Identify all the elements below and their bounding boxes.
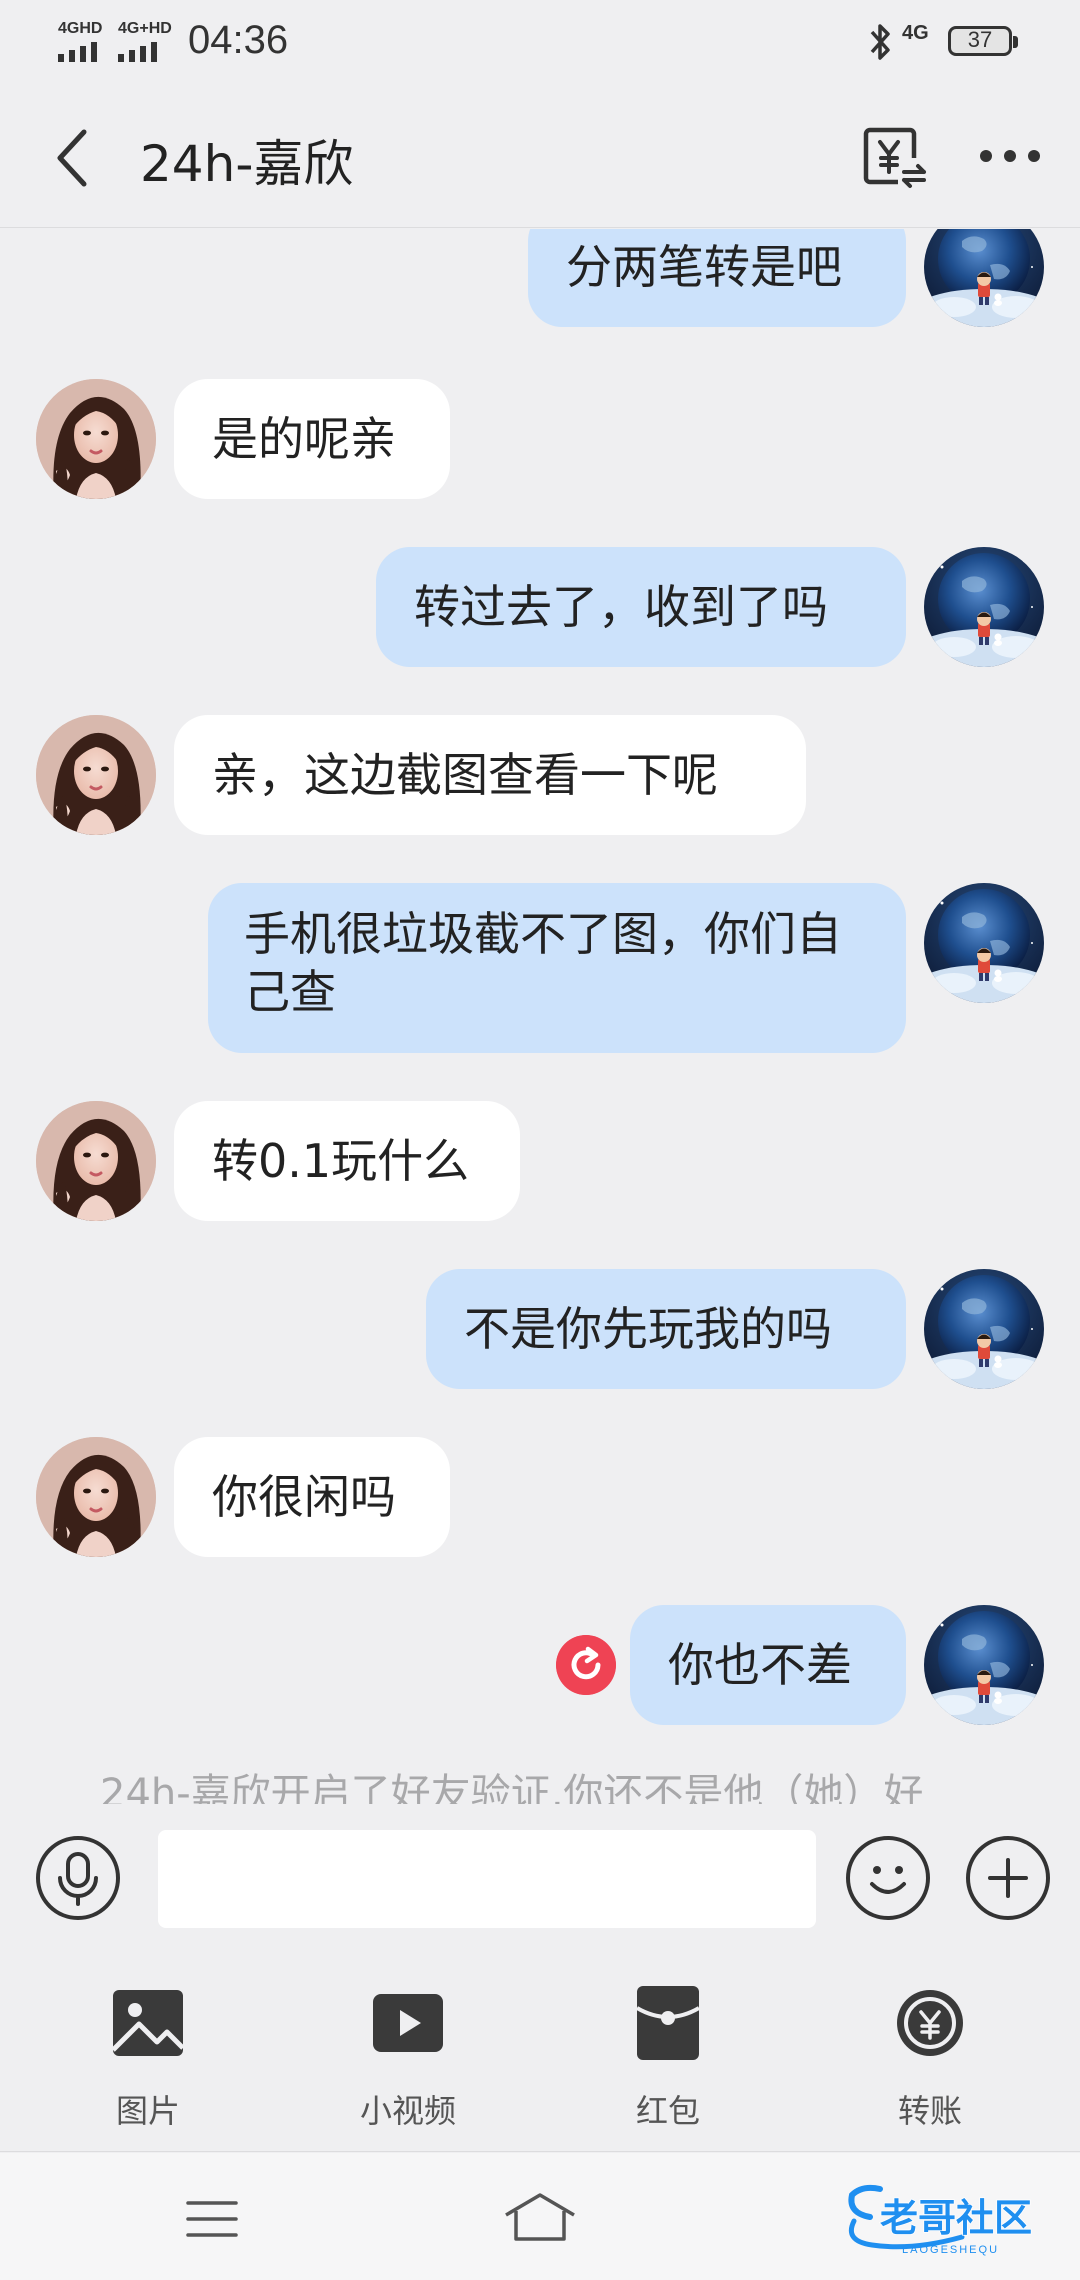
contact-avatar[interactable] bbox=[36, 379, 156, 499]
my-avatar[interactable] bbox=[924, 547, 1044, 667]
message-text: 你很闲吗 bbox=[212, 1470, 396, 1524]
system-navigation-bar: 老哥社区 LAOGESHEQU bbox=[0, 2153, 1080, 2280]
bluetooth-icon bbox=[870, 24, 890, 60]
watermark-logo: 老哥社区 LAOGESHEQU bbox=[848, 2184, 1033, 2256]
battery-icon: 37 bbox=[948, 26, 1018, 56]
signal-type-label: 4GHD bbox=[58, 20, 103, 37]
signal-type-label-2: 4G+HD bbox=[118, 20, 172, 37]
message-input[interactable] bbox=[158, 1830, 816, 1928]
incoming-message-bubble[interactable]: 亲，这边截图查看一下呢 bbox=[174, 715, 806, 835]
emoji-button[interactable] bbox=[846, 1836, 930, 1920]
transfer-shortcut-icon[interactable] bbox=[858, 120, 930, 192]
menu-icon[interactable] bbox=[184, 2197, 240, 2241]
message-text: 亲，这边截图查看一下呢 bbox=[212, 748, 718, 802]
tool-label: 图片 bbox=[115, 2092, 180, 2130]
incoming-message-bubble[interactable]: 你很闲吗 bbox=[174, 1437, 450, 1557]
battery-level: 37 bbox=[967, 27, 993, 52]
outgoing-message-bubble[interactable]: 分两笔转是吧 bbox=[528, 229, 906, 327]
transfer-icon bbox=[897, 1990, 963, 2056]
message-text: 不是你先玩我的吗 bbox=[464, 1302, 832, 1356]
message-text: 手机很垃圾截不了图，你们自己查 bbox=[244, 907, 842, 1019]
message-text: 转0.1玩什么 bbox=[212, 1134, 470, 1188]
message-text: 是的呢亲 bbox=[212, 412, 396, 466]
my-avatar[interactable] bbox=[924, 229, 1044, 327]
contact-avatar[interactable] bbox=[36, 715, 156, 835]
network-type: 4G bbox=[902, 22, 929, 44]
tool-label: 转账 bbox=[897, 2092, 962, 2130]
my-avatar[interactable] bbox=[924, 883, 1044, 1003]
message-text: 转过去了，收到了吗 bbox=[414, 580, 828, 634]
chat-header: 24h-嘉欣 bbox=[0, 84, 1080, 228]
back-button[interactable] bbox=[48, 122, 100, 194]
microphone-icon bbox=[58, 1852, 98, 1906]
clock: 04:36 bbox=[188, 18, 289, 62]
my-avatar[interactable] bbox=[924, 1605, 1044, 1725]
tool-red-packet[interactable]: 红包 bbox=[568, 1986, 768, 2136]
video-icon bbox=[373, 1994, 443, 2052]
tool-transfer[interactable]: 转账 bbox=[830, 1986, 1030, 2136]
resend-icon[interactable] bbox=[556, 1635, 616, 1695]
input-bar bbox=[0, 1804, 1080, 1952]
more-options-icon[interactable] bbox=[974, 136, 1046, 176]
home-icon[interactable] bbox=[502, 2189, 578, 2245]
outgoing-message-bubble[interactable]: 手机很垃圾截不了图，你们自己查 bbox=[208, 883, 906, 1053]
outgoing-message-bubble[interactable]: 转过去了，收到了吗 bbox=[376, 547, 906, 667]
incoming-message-bubble[interactable]: 是的呢亲 bbox=[174, 379, 450, 499]
smiley-icon bbox=[870, 1866, 906, 1894]
voice-input-button[interactable] bbox=[36, 1836, 120, 1920]
chat-title: 24h-嘉欣 bbox=[140, 135, 354, 193]
message-list[interactable]: 分两笔转是吧 是的呢亲 转过去了，收到了吗 亲，这边截图查看一下呢 手机很垃圾截… bbox=[0, 229, 1080, 1804]
tool-image[interactable]: 图片 bbox=[48, 1986, 248, 2136]
contact-avatar[interactable] bbox=[36, 1101, 156, 1221]
tool-video[interactable]: 小视频 bbox=[308, 1986, 508, 2136]
tool-label: 红包 bbox=[635, 2092, 700, 2130]
status-bar: 4GHD 4G+HD 04:36 4G 37 bbox=[0, 0, 1080, 84]
my-avatar[interactable] bbox=[924, 1269, 1044, 1389]
image-icon bbox=[113, 1990, 183, 2056]
message-text: 你也不差 bbox=[668, 1638, 852, 1692]
attachment-toolbar: 图片 小视频 红包 转账 bbox=[0, 1952, 1080, 2152]
tool-label: 小视频 bbox=[359, 2092, 456, 2130]
system-notice: 24h-嘉欣开启了好友验证,你还不是他（她）好 bbox=[100, 1771, 924, 1804]
plus-icon bbox=[988, 1858, 1028, 1898]
more-actions-button[interactable] bbox=[966, 1836, 1050, 1920]
red-packet-icon bbox=[635, 1986, 701, 2060]
message-text: 分两笔转是吧 bbox=[566, 240, 842, 294]
watermark-text: 老哥社区 bbox=[880, 2196, 1032, 2240]
outgoing-message-bubble-failed[interactable]: 你也不差 bbox=[630, 1605, 906, 1725]
contact-avatar[interactable] bbox=[36, 1437, 156, 1557]
incoming-message-bubble[interactable]: 转0.1玩什么 bbox=[174, 1101, 520, 1221]
outgoing-message-bubble[interactable]: 不是你先玩我的吗 bbox=[426, 1269, 906, 1389]
watermark-subtext: LAOGESHEQU bbox=[902, 2244, 999, 2256]
